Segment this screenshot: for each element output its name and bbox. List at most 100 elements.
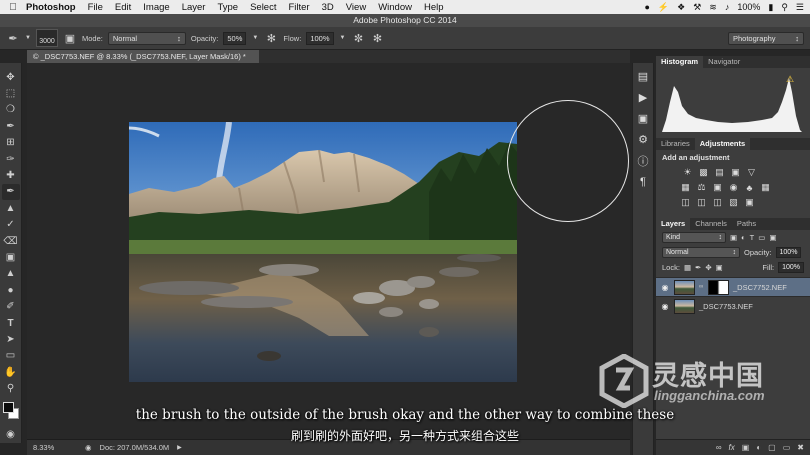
apple-icon[interactable]:  <box>0 2 26 13</box>
tab-channels[interactable]: Channels <box>690 218 732 230</box>
evernote-icon[interactable]: ● <box>644 2 649 12</box>
layer-row[interactable]: ◉ _DSC7753.NEF <box>656 296 810 315</box>
gradient-tool-icon[interactable]: ▣ <box>2 249 20 265</box>
histogram-warning-icon[interactable]: ⚠ <box>786 75 794 85</box>
actions-panel-icon[interactable]: ▶ <box>635 88 651 107</box>
lock-pixels-icon[interactable]: ✒ <box>695 263 701 272</box>
pen-tool-icon[interactable]: ✐ <box>2 298 20 314</box>
threshold-icon[interactable]: ◫ <box>712 197 723 208</box>
color-balance-icon[interactable]: ⚖ <box>696 182 707 193</box>
adjustment-icon[interactable]: ◐ <box>756 443 761 452</box>
crop-tool-icon[interactable]: ⊞ <box>2 135 20 151</box>
clone-stamp-tool-icon[interactable]: ▲ <box>2 200 20 216</box>
menu-window[interactable]: Window <box>378 2 412 13</box>
lock-all-icon[interactable]: ▣ <box>716 263 723 272</box>
posterize-icon[interactable]: ◫ <box>696 197 707 208</box>
tab-layers[interactable]: Layers <box>656 218 691 230</box>
gradient-map-icon[interactable]: ▧ <box>728 197 739 208</box>
eye-icon[interactable]: ◉ <box>660 302 670 311</box>
blend-mode-dropdown[interactable]: Normal ↕ <box>662 247 740 258</box>
brightness-contrast-icon[interactable]: ☀ <box>682 167 693 178</box>
flash-icon[interactable]: ⚡ <box>658 2 669 13</box>
menu-filter[interactable]: Filter <box>288 2 309 13</box>
levels-icon[interactable]: ▩ <box>698 167 709 178</box>
color-lookup-icon[interactable]: ▦ <box>760 182 771 193</box>
hand-tool-icon[interactable]: ✋ <box>2 364 20 380</box>
folder-icon[interactable]: ▢ <box>768 443 776 452</box>
curves-icon[interactable]: ▤ <box>714 167 725 178</box>
layer-mask-thumbnail[interactable] <box>708 279 729 295</box>
foreground-color-swatch[interactable] <box>2 401 14 413</box>
type-tool-icon[interactable]: T <box>2 315 20 331</box>
dodge-tool-icon[interactable]: ● <box>2 282 20 298</box>
lock-position-icon[interactable]: ✥ <box>705 263 711 272</box>
brush-size-picker[interactable]: 3000 <box>36 29 58 47</box>
hue-saturation-icon[interactable]: ▦ <box>680 182 691 193</box>
photo-filter-icon[interactable]: ◉ <box>728 182 739 193</box>
menu-edit[interactable]: Edit <box>115 2 131 13</box>
channel-mixer-icon[interactable]: ♣ <box>744 182 755 193</box>
history-brush-tool-icon[interactable]: ✓ <box>2 217 20 233</box>
status-menu-arrow-icon[interactable]: ▶ <box>177 444 182 451</box>
filter-adjustment-icon[interactable]: ◐ <box>741 233 746 242</box>
exposure-icon[interactable]: ▣ <box>730 167 741 178</box>
zoom-level[interactable]: 8.33% <box>33 443 77 452</box>
chevron-down-icon[interactable]: ▼ <box>339 31 347 45</box>
new-layer-icon[interactable]: ▭ <box>783 443 791 452</box>
invert-icon[interactable]: ◫ <box>680 197 691 208</box>
tools-icon[interactable]: ⚒ <box>693 2 701 13</box>
chain-link-icon[interactable]: ∞ <box>699 284 704 290</box>
brush-tool-icon[interactable]: ✒ <box>1 183 20 201</box>
paragraph-panel-icon[interactable]: ¶ <box>635 172 651 191</box>
tab-libraries[interactable]: Libraries <box>656 138 695 150</box>
tab-paths[interactable]: Paths <box>732 218 761 230</box>
brush-presets-panel-icon[interactable]: ▣ <box>635 109 651 128</box>
info-panel-icon[interactable]: ⓘ <box>635 151 651 170</box>
menu-file[interactable]: File <box>88 2 103 13</box>
layer-row[interactable]: ◉ ∞ _DSC7752.NEF <box>656 277 810 296</box>
pressure-opacity-icon[interactable]: ✻ <box>264 31 278 45</box>
battery-icon[interactable]: ▮ <box>768 2 773 13</box>
menu-help[interactable]: Help <box>424 2 444 13</box>
filter-pixel-icon[interactable]: ▣ <box>730 233 737 242</box>
menu-app-name[interactable]: Photoshop <box>26 2 76 13</box>
eyedropper-tool-icon[interactable]: ✑ <box>2 151 20 167</box>
filter-type-icon[interactable]: T <box>750 233 755 242</box>
properties-panel-icon[interactable]: ⚙ <box>635 130 651 149</box>
lock-transparent-icon[interactable]: ▦ <box>684 263 691 272</box>
workspace-dropdown[interactable]: Photography ↕ <box>728 32 804 45</box>
menu-view[interactable]: View <box>346 2 366 13</box>
menu-type[interactable]: Type <box>217 2 238 13</box>
mode-dropdown[interactable]: Normal ↕ <box>107 31 186 45</box>
document-tab[interactable]: © _DSC7753.NEF @ 8.33% (_DSC7753.NEF, La… <box>27 50 259 63</box>
opacity-input[interactable]: 50% <box>223 31 247 45</box>
search-icon[interactable]: ⚲ <box>781 2 788 13</box>
brush-tool-preset-icon[interactable]: ✒ <box>6 31 20 45</box>
move-tool-icon[interactable]: ✥ <box>2 69 20 85</box>
lasso-tool-icon[interactable]: ❍ <box>2 102 20 118</box>
black-white-icon[interactable]: ▣ <box>712 182 723 193</box>
layer-kind-filter[interactable]: Kind ↕ <box>662 232 726 243</box>
mask-icon[interactable]: ▣ <box>742 443 750 452</box>
menu-3d[interactable]: 3D <box>322 2 334 13</box>
list-icon[interactable]: ☰ <box>796 2 804 13</box>
chevron-down-icon[interactable]: ▼ <box>251 31 259 45</box>
healing-brush-tool-icon[interactable]: ✚ <box>2 167 20 183</box>
flow-input[interactable]: 100% <box>306 31 334 45</box>
document-image[interactable] <box>129 122 517 382</box>
selective-color-icon[interactable]: ▣ <box>744 197 755 208</box>
filter-smart-icon[interactable]: ▣ <box>769 233 776 242</box>
marquee-tool-icon[interactable]: ⬚ <box>2 85 20 101</box>
tab-navigator[interactable]: Navigator <box>703 56 745 68</box>
menu-image[interactable]: Image <box>143 2 169 13</box>
tab-histogram[interactable]: Histogram <box>656 56 704 68</box>
vibrance-icon[interactable]: ▽ <box>746 167 757 178</box>
menu-select[interactable]: Select <box>250 2 276 13</box>
dropbox-icon[interactable]: ❖ <box>677 2 685 13</box>
shape-tool-icon[interactable]: ▭ <box>2 348 20 364</box>
history-panel-icon[interactable]: ▤ <box>635 67 651 86</box>
share-icon[interactable]: ◉ <box>85 443 92 452</box>
pressure-size-icon[interactable]: ✻ <box>371 31 385 45</box>
blur-tool-icon[interactable]: ▲ <box>2 266 20 282</box>
airbrush-icon[interactable]: ✼ <box>352 31 366 45</box>
